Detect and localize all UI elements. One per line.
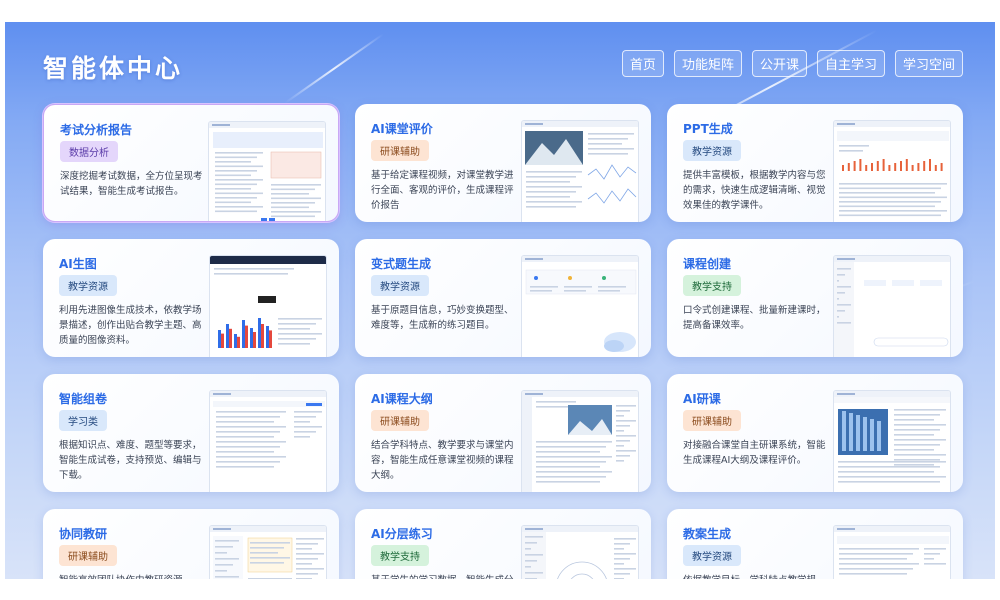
agent-card[interactable]: PPT生成教学资源提供丰富模板，根据教学内容与您的需求，快速生成逻辑清晰、视觉效… [667,104,963,222]
category-tag: 研课辅助 [683,410,741,431]
card-title: AI课程大纲 [371,392,433,406]
category-tag: 数据分析 [60,141,118,162]
agent-card[interactable]: 协同教研研课辅助智能高效团队协作中教研资源 [43,509,339,579]
card-description: 基于学生的学习数据，智能生成分 [371,573,517,579]
nav-item-study-space[interactable]: 学习空间 [894,50,963,77]
category-tag: 学习类 [59,410,107,431]
category-tag: 研课辅助 [371,140,429,161]
preview-screenshot [521,390,639,492]
agent-card[interactable]: 智能组卷学习类根据知识点、难度、题型等要求，智能生成试卷，支持预览、编辑与下载。 [43,374,339,492]
card-title: AI生图 [59,257,97,271]
nav-item-home[interactable]: 首页 [621,50,664,77]
category-tag: 教学资源 [683,140,741,161]
agent-card[interactable]: 变式题生成教学资源基于原题目信息，巧妙变换题型、难度等，生成新的练习题目。 [355,239,651,357]
category-tag: 研课辅助 [371,410,429,431]
preview-screenshot [209,525,327,579]
card-description: 结合学科特点、教学要求与课堂内容，智能生成任意课堂视频的课程大纲。 [371,440,514,481]
category-tag: 教学支持 [371,545,429,566]
card-title: 考试分析报告 [60,123,133,137]
category-tag: 研课辅助 [59,545,117,566]
nav-item-feature-matrix[interactable]: 功能矩阵 [673,50,742,77]
preview-screenshot [833,255,951,357]
category-tag: 教学支持 [683,275,741,296]
card-description: 深度挖掘考试数据，全方位呈现考试结果，智能生成考试报告。 [60,171,203,197]
card-description: 口令式创建课程、批量新建课时，提高备课效率。 [683,305,826,331]
agent-card[interactable]: 考试分析报告数据分析深度挖掘考试数据，全方位呈现考试结果，智能生成考试报告。 [43,104,339,222]
preview-screenshot [833,390,951,492]
category-tag: 教学资源 [683,545,741,566]
page-background: 智能体中心 首页 功能矩阵 公开课 自主学习 学习空间 考试分析报告数据分析深度… [5,22,995,579]
agent-card[interactable]: AI研课研课辅助对接融合课堂自主研课系统，智能生成课程AI大纲及课程评价。 [667,374,963,492]
card-title: AI课堂评价 [371,122,433,136]
card-description: 提供丰富模板，根据教学内容与您的需求，快速生成逻辑清晰、视觉效果佳的教学课件。 [683,170,826,211]
card-title: 智能组卷 [59,392,108,406]
card-title: AI分层练习 [371,527,433,541]
nav-item-self-study[interactable]: 自主学习 [816,50,885,77]
card-description: 对接融合课堂自主研课系统，智能生成课程AI大纲及课程评价。 [683,440,826,466]
agent-card[interactable]: 课程创建教学支持口令式创建课程、批量新建课时，提高备课效率。 [667,239,963,357]
card-description: 利用先进图像生成技术，依教学场景描述，创作出贴合教学主题、高质量的图像资料。 [59,305,202,346]
preview-screenshot [209,390,327,492]
preview-screenshot [521,255,639,357]
app-logo: 智能体中心 [43,54,184,83]
agent-card[interactable]: AI分层练习教学支持基于学生的学习数据，智能生成分 [355,509,651,579]
agent-card[interactable]: AI课堂评价研课辅助基于给定课程视频，对课堂教学进行全面、客观的评价，生成课程评… [355,104,651,222]
card-description: 根据知识点、难度、题型等要求，智能生成试卷，支持预览、编辑与下载。 [59,440,202,481]
preview-screenshot [833,525,951,579]
card-description: 基于原题目信息，巧妙变换题型、难度等，生成新的练习题目。 [371,305,514,331]
top-nav: 首页 功能矩阵 公开课 自主学习 学习空间 [621,50,963,77]
card-description: 智能高效团队协作中教研资源 [59,573,205,579]
card-description: 依据教学目标、学科特点教学规 [683,573,829,579]
card-title: AI研课 [683,392,721,406]
agent-card[interactable]: AI生图教学资源利用先进图像生成技术，依教学场景描述，创作出贴合教学主题、高质量… [43,239,339,357]
card-title: 协同教研 [59,527,108,541]
preview-screenshot [521,525,639,579]
nav-item-open-course[interactable]: 公开课 [751,50,807,77]
card-description: 基于给定课程视频，对课堂教学进行全面、客观的评价，生成课程评价报告 [371,170,514,211]
preview-screenshot [209,255,327,357]
card-title: 教案生成 [683,527,732,541]
category-tag: 教学资源 [371,275,429,296]
card-title: PPT生成 [683,122,733,136]
agent-card[interactable]: AI课程大纲研课辅助结合学科特点、教学要求与课堂内容，智能生成任意课堂视频的课程… [355,374,651,492]
card-title: 课程创建 [683,257,732,271]
card-title: 变式题生成 [371,257,432,271]
category-tag: 教学资源 [59,275,117,296]
preview-screenshot [833,120,951,222]
light-streak [284,33,384,104]
agent-card[interactable]: 教案生成教学资源依据教学目标、学科特点教学规 [667,509,963,579]
preview-screenshot [208,121,326,221]
preview-screenshot [521,120,639,222]
